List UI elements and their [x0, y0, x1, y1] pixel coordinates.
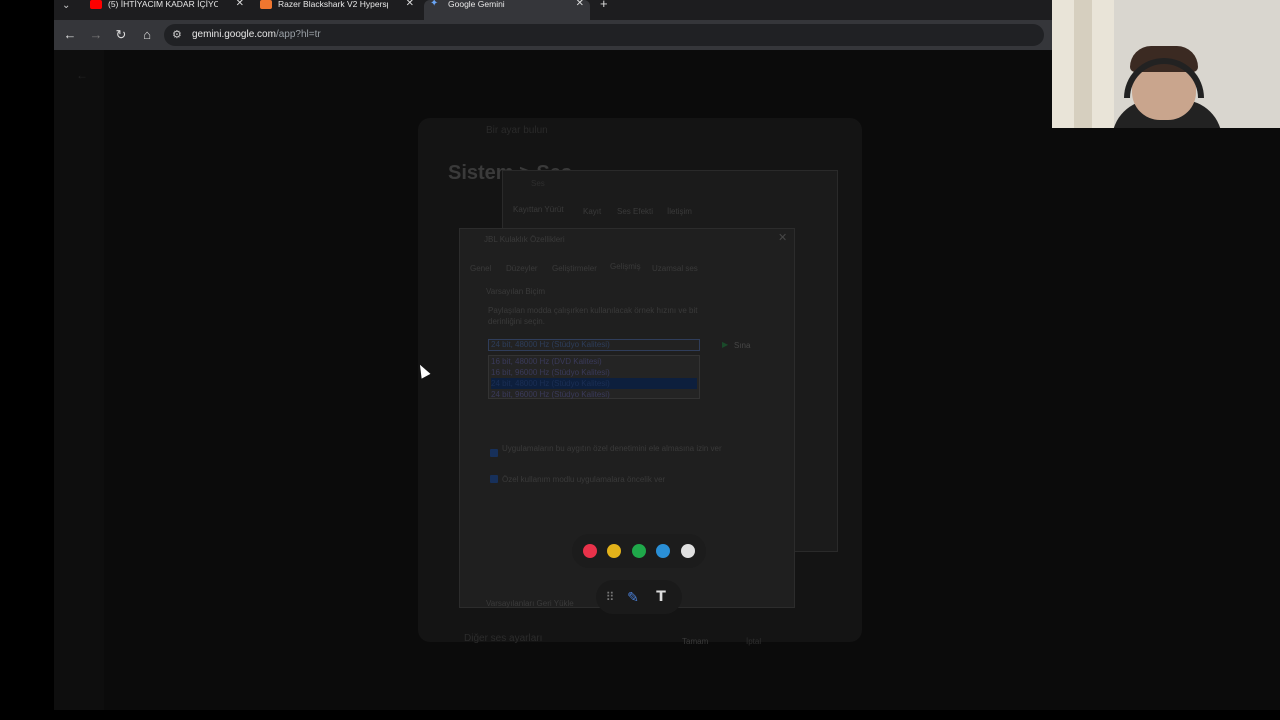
- settings-search-input[interactable]: Bir ayar bulun: [486, 126, 548, 136]
- site-favicon-icon: [260, 0, 272, 9]
- restore-defaults-button[interactable]: Varsayılanları Geri Yükle: [486, 599, 574, 609]
- new-tab-button[interactable]: +: [600, 0, 608, 11]
- section-description: Paylaşılan modda çalışırken kullanılacak…: [488, 306, 698, 315]
- format-option[interactable]: 24 bit, 48000 Hz (Stüdyo Kalitesi): [491, 378, 697, 389]
- tab-levels[interactable]: Düzeyler: [506, 264, 538, 274]
- cancel-button[interactable]: İptal: [746, 637, 761, 647]
- color-blue-swatch[interactable]: [656, 544, 670, 558]
- color-red-swatch[interactable]: [583, 544, 597, 558]
- pen-icon[interactable]: ✎: [623, 587, 643, 607]
- gemini-icon: ✦: [430, 0, 439, 9]
- tab-title: Google Gemini: [448, 0, 505, 9]
- tab-advanced[interactable]: Gelişmiş: [610, 262, 641, 272]
- annotation-color-palette: [572, 534, 706, 568]
- format-option[interactable]: 16 bit, 96000 Hz (Stüdyo Kalitesi): [491, 367, 697, 378]
- format-dropdown-list: 16 bit, 48000 Hz (DVD Kalitesi) 16 bit, …: [488, 355, 700, 399]
- curtain-fold-shape: [1074, 0, 1092, 128]
- gemini-sidebar: ←: [54, 50, 104, 710]
- test-button[interactable]: Sına: [734, 341, 750, 351]
- tab-recording[interactable]: Kayıt: [583, 207, 601, 217]
- browser-tab-bar: ⌄ (5) İHTİYACIM KADAR İÇİYORU ✕ Razer Bl…: [54, 0, 1054, 20]
- color-white-swatch[interactable]: [681, 544, 695, 558]
- default-format-select[interactable]: 24 bit, 48000 Hz (Stüdyo Kalitesi): [488, 339, 700, 351]
- home-icon[interactable]: ⌂: [139, 27, 155, 43]
- address-bar[interactable]: ⚙ gemini.google.com/app?hl=tr: [164, 24, 1044, 46]
- close-icon[interactable]: ✕: [406, 0, 414, 10]
- tab-sound-effects[interactable]: Ses Efekti: [617, 207, 653, 217]
- tab-spatial-sound[interactable]: Uzamsal ses: [652, 264, 698, 274]
- checkbox-label: Özel kullanım modlu uygulamalara öncelik…: [502, 475, 666, 484]
- url-host: gemini.google.com: [192, 29, 276, 40]
- tab-title: (5) İHTİYACIM KADAR İÇİYORU: [108, 0, 218, 9]
- url-path: /app?hl=tr: [275, 29, 321, 40]
- annotation-tools: ⠿ ✎ T: [596, 580, 682, 614]
- close-icon[interactable]: ✕: [576, 0, 584, 10]
- selected-format: 24 bit, 48000 Hz (Stüdyo Kalitesi): [491, 340, 610, 349]
- section-description: derinliğini seçin.: [488, 317, 545, 326]
- ok-button[interactable]: Tamam: [682, 637, 708, 647]
- reload-icon[interactable]: ↻: [113, 27, 129, 43]
- back-arrow-icon[interactable]: ←: [76, 69, 88, 81]
- grip-icon[interactable]: ⠿: [600, 587, 620, 607]
- more-sound-settings[interactable]: Diğer ses ayarları: [464, 634, 542, 644]
- dialog-title: Ses: [531, 179, 545, 188]
- tab-general[interactable]: Genel: [470, 264, 491, 274]
- site-info-icon[interactable]: ⚙: [172, 28, 186, 42]
- tab-razer[interactable]: Razer Blackshark V2 Hyperspe ✕: [254, 0, 420, 20]
- dialog-title: JBL Kulaklık Özellikleri: [484, 235, 565, 244]
- format-option[interactable]: 16 bit, 48000 Hz (DVD Kalitesi): [491, 356, 697, 367]
- forward-arrow-icon[interactable]: →: [88, 27, 104, 43]
- text-icon[interactable]: T: [651, 587, 671, 607]
- exclusive-control-checkbox[interactable]: [490, 449, 498, 457]
- priority-checkbox[interactable]: [490, 475, 498, 483]
- tab-communication[interactable]: İletişim: [667, 207, 692, 217]
- tab-gemini[interactable]: ✦ Google Gemini ✕: [424, 0, 590, 20]
- tab-playback[interactable]: Kayıttan Yürüt: [513, 205, 564, 215]
- play-icon: ▶: [722, 340, 729, 349]
- close-icon[interactable]: ✕: [236, 0, 244, 10]
- color-yellow-swatch[interactable]: [607, 544, 621, 558]
- webcam-overlay: [1052, 0, 1280, 128]
- tab-title: Razer Blackshark V2 Hyperspe: [278, 0, 388, 9]
- color-green-swatch[interactable]: [632, 544, 646, 558]
- back-arrow-icon[interactable]: ←: [62, 27, 78, 43]
- youtube-icon: [90, 0, 102, 9]
- browser-toolbar: ← → ↻ ⌂ ⚙ gemini.google.com/app?hl=tr: [54, 20, 1054, 50]
- checkbox-label: Uygulamaların bu aygıtın özel denetimini…: [502, 444, 722, 453]
- format-option[interactable]: 24 bit, 96000 Hz (Stüdyo Kalitesi): [491, 389, 697, 400]
- tab-enhancements[interactable]: Geliştirmeler: [552, 264, 597, 274]
- url-text: gemini.google.com/app?hl=tr: [192, 28, 321, 42]
- tab-youtube[interactable]: (5) İHTİYACIM KADAR İÇİYORU ✕: [84, 0, 250, 20]
- close-icon[interactable]: ✕: [778, 233, 787, 244]
- section-title: Varsayılan Biçim: [486, 287, 545, 296]
- chevron-down-icon[interactable]: ⌄: [62, 0, 76, 20]
